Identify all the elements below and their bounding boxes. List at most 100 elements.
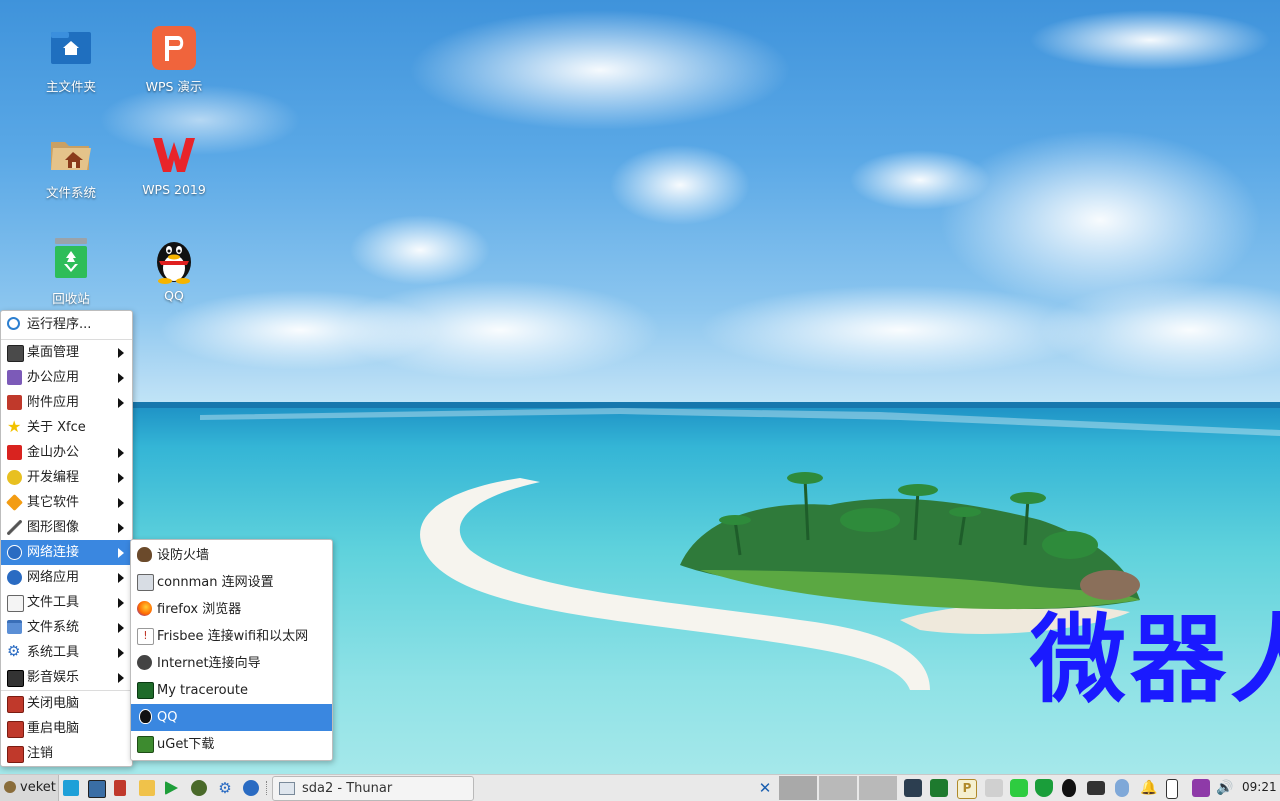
menu-item-label: 图形图像	[27, 520, 80, 535]
menu-item-reboot[interactable]: 重启电脑	[1, 716, 132, 741]
keyboard-icon[interactable]	[1087, 781, 1105, 795]
submenu-item-internet-wizard[interactable]: Internet连接向导	[131, 650, 332, 677]
window-button-label: sda2 - Thunar	[302, 781, 393, 796]
submenu-arrow-icon	[118, 498, 124, 508]
media-play-icon[interactable]	[165, 781, 178, 795]
file-manager-icon[interactable]	[139, 780, 155, 796]
submenu-arrow-icon	[118, 348, 124, 358]
submenu-item-qq[interactable]: QQ	[131, 704, 332, 731]
volume-icon[interactable]: 🔊	[1216, 779, 1234, 797]
drive-icon[interactable]	[985, 779, 1003, 797]
submenu-arrow-icon	[118, 623, 124, 633]
submenu-arrow-icon	[118, 523, 124, 533]
submenu-item-label: uGet下载	[157, 737, 215, 752]
submenu-item-frisbee[interactable]: ! Frisbee 连接wifi和以太网	[131, 623, 332, 650]
shutdown-icon	[7, 696, 24, 713]
menu-item-development[interactable]: 开发编程	[1, 465, 132, 490]
watermark-text: 微器人	[1030, 604, 1280, 716]
submenu-arrow-icon	[118, 398, 124, 408]
workspace-3[interactable]	[859, 776, 897, 800]
update-icon[interactable]	[191, 780, 207, 796]
desktop-icon-label: WPS 2019	[142, 182, 206, 197]
menu-item-label: 关于 Xfce	[27, 420, 86, 435]
menu-item-label: 开发编程	[27, 470, 80, 485]
menu-item-label: 注销	[27, 746, 54, 761]
menu-item-logout[interactable]: 注销	[1, 741, 132, 766]
graphics-icon	[7, 520, 22, 535]
close-x-icon[interactable]: ✕	[756, 779, 774, 797]
menu-item-label: 文件系统	[27, 620, 80, 635]
show-desktop-icon[interactable]	[63, 780, 79, 796]
menu-item-label: 网络应用	[27, 570, 80, 585]
office-icon	[7, 370, 22, 385]
terminal-icon[interactable]	[88, 780, 106, 798]
submenu-item-connman[interactable]: connman 连网设置	[131, 569, 332, 596]
workspace-2[interactable]	[819, 776, 857, 800]
trash-icon	[47, 236, 95, 284]
menu-item-multimedia[interactable]: 影音娱乐	[1, 665, 132, 690]
desktop-icon-label: QQ	[164, 288, 184, 303]
menu-item-label: 运行程序...	[27, 317, 92, 332]
application-menu: 运行程序... 桌面管理 办公应用 附件应用 ★ 关于 Xfce 金山办公 开发…	[0, 310, 133, 767]
qq-tray-icon[interactable]	[1062, 779, 1076, 797]
p-app-icon[interactable]: P	[957, 779, 977, 799]
submenu-arrow-icon	[118, 598, 124, 608]
submenu-item-firefox[interactable]: firefox 浏览器	[131, 596, 332, 623]
browser-globe-icon[interactable]	[243, 780, 259, 796]
submenu-arrow-icon	[118, 648, 124, 658]
desktop-icon-filesystem[interactable]: 文件系统	[21, 130, 121, 201]
start-menu-button[interactable]: veket	[0, 775, 59, 801]
taskbar-separator	[266, 781, 269, 795]
menu-item-shutdown[interactable]: 关闭电脑	[1, 691, 132, 716]
network-status-icon[interactable]	[904, 779, 922, 797]
tools-icon[interactable]	[114, 780, 126, 796]
window-button-thunar[interactable]: sda2 - Thunar	[272, 776, 474, 801]
menu-item-internet-apps[interactable]: 网络应用	[1, 565, 132, 590]
menu-item-run-program[interactable]: 运行程序...	[1, 311, 132, 339]
storage-icon[interactable]	[1010, 779, 1028, 797]
menu-item-system-tools[interactable]: ⚙ 系统工具	[1, 640, 132, 665]
menu-item-network-connection[interactable]: 网络连接	[1, 540, 132, 565]
menu-item-desktop-management[interactable]: 桌面管理	[1, 340, 132, 365]
menu-item-kingsoft-office[interactable]: 金山办公	[1, 440, 132, 465]
battery-power-icon[interactable]	[1166, 779, 1178, 799]
submenu-arrow-icon	[118, 473, 124, 483]
menu-item-file-tools[interactable]: 文件工具	[1, 590, 132, 615]
desktop-icon-home[interactable]: 主文件夹	[21, 24, 121, 95]
menu-item-about-xfce[interactable]: ★ 关于 Xfce	[1, 415, 132, 440]
submenu-item-traceroute[interactable]: My traceroute	[131, 677, 332, 704]
logout-icon	[7, 746, 24, 763]
screenshot-app-icon[interactable]	[1192, 779, 1210, 797]
wps-presentation-icon	[150, 24, 198, 72]
notification-bell-icon[interactable]: 🔔	[1140, 779, 1158, 797]
shield-icon[interactable]	[1035, 779, 1053, 797]
reboot-icon	[7, 721, 24, 738]
desktop-icon-wps-presentation[interactable]: WPS 演示	[124, 24, 224, 95]
menu-item-label: 网络连接	[27, 545, 80, 560]
other-software-icon	[6, 494, 23, 511]
desktop-icon-label: 主文件夹	[45, 79, 96, 94]
internet-globe-icon	[7, 570, 22, 585]
bluetooth-icon[interactable]	[1115, 779, 1129, 797]
submenu-item-label: Frisbee 连接wifi和以太网	[157, 629, 309, 644]
menu-item-graphics[interactable]: 图形图像	[1, 515, 132, 540]
menu-item-other-software[interactable]: 其它软件	[1, 490, 132, 515]
menu-item-office[interactable]: 办公应用	[1, 365, 132, 390]
cpu-monitor-icon[interactable]	[930, 779, 948, 797]
clock[interactable]: 09:21	[1242, 780, 1277, 794]
submenu-item-label: firefox 浏览器	[157, 602, 242, 617]
desktop-icon-wps-office[interactable]: WPS 2019	[124, 130, 224, 197]
menu-item-file-system[interactable]: 文件系统	[1, 615, 132, 640]
wps-icon	[7, 445, 22, 460]
workspace-1[interactable]	[779, 776, 817, 800]
submenu-item-label: 设防火墙	[157, 548, 210, 563]
submenu-item-firewall[interactable]: 设防火墙	[131, 542, 332, 569]
qq-icon	[139, 709, 152, 724]
menu-item-label: 桌面管理	[27, 345, 80, 360]
gear-icon[interactable]: ⚙	[217, 780, 233, 796]
menu-item-accessories[interactable]: 附件应用	[1, 390, 132, 415]
wps-office-icon	[150, 130, 198, 178]
submenu-item-uget[interactable]: uGet下载	[131, 731, 332, 758]
desktop-icon-qq[interactable]: QQ	[124, 236, 224, 303]
desktop-icon-trash[interactable]: 回收站	[21, 236, 121, 307]
